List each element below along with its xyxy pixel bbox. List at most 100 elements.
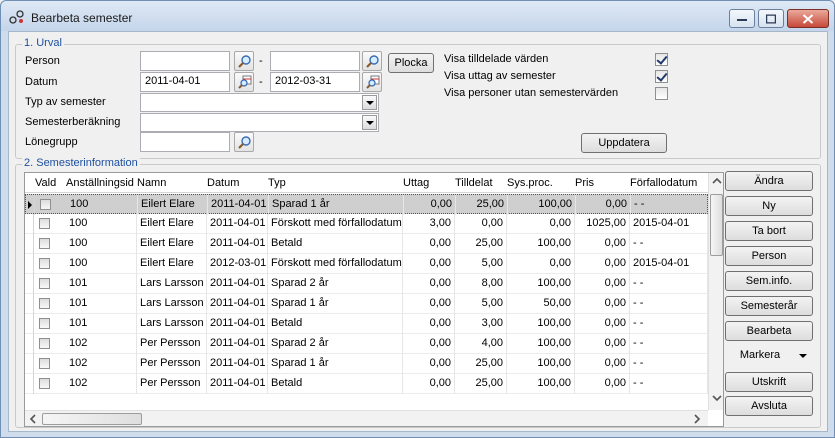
col-tilldelat-header[interactable]: Tilldelat bbox=[455, 177, 493, 189]
dropdown-arrow-icon[interactable] bbox=[799, 354, 807, 358]
visa-utan-label: Visa personer utan semestervärden bbox=[444, 87, 619, 99]
typ-av-semester-select[interactable] bbox=[140, 93, 379, 112]
table-row[interactable]: 100 Eilert Elare 2011-04-01 Sparad 1 år 0,00… bbox=[25, 194, 709, 215]
sem-info-button[interactable]: Sem.info. bbox=[725, 271, 813, 291]
person-button[interactable]: Person bbox=[725, 246, 813, 266]
cell-namn: Lars Larsson bbox=[137, 274, 207, 294]
table-row[interactable]: 101 Lars Larsson 2011-04-01 Sparad 1 år 0,00… bbox=[25, 294, 708, 314]
scroll-right-icon[interactable] bbox=[689, 411, 705, 427]
visa-uttag-checkbox[interactable] bbox=[655, 70, 668, 83]
dropdown-arrow-icon[interactable] bbox=[362, 95, 377, 110]
col-uttag-header[interactable]: Uttag bbox=[403, 177, 429, 189]
title-bar[interactable]: Bearbeta semester bbox=[1, 1, 834, 31]
datum-to-calendar-button[interactable] bbox=[362, 72, 382, 92]
row-vald-checkbox[interactable] bbox=[39, 358, 50, 369]
ta-bort-button[interactable]: Ta bort bbox=[725, 221, 813, 241]
row-vald-checkbox[interactable] bbox=[39, 318, 50, 329]
window-title: Bearbeta semester bbox=[31, 11, 133, 25]
person-to-search-button[interactable] bbox=[362, 51, 382, 71]
datum-from-input[interactable]: 2011-04-01 bbox=[140, 72, 230, 92]
lonegrupp-input[interactable] bbox=[140, 132, 230, 152]
table-row[interactable]: 101 Lars Larsson 2011-04-01 Sparad 2 år 0,00… bbox=[25, 274, 708, 294]
row-vald-checkbox[interactable] bbox=[39, 218, 50, 229]
table-row[interactable]: 100 Eilert Elare 2011-04-01 Förskott med fö… bbox=[25, 214, 708, 234]
close-button[interactable] bbox=[787, 9, 829, 28]
row-header[interactable] bbox=[25, 274, 34, 294]
row-header[interactable] bbox=[26, 195, 35, 215]
maximize-button[interactable] bbox=[758, 9, 784, 28]
semesterar-button[interactable]: Semesterår bbox=[725, 296, 813, 316]
lonegrupp-search-button[interactable] bbox=[234, 132, 254, 152]
plocka-button[interactable]: Plocka bbox=[388, 53, 434, 73]
visa-uttag-label: Visa uttag av semester bbox=[444, 70, 556, 82]
row-header[interactable] bbox=[25, 354, 34, 374]
row-vald-checkbox[interactable] bbox=[39, 378, 50, 389]
dropdown-arrow-icon[interactable] bbox=[362, 115, 377, 130]
avsluta-button[interactable]: Avsluta bbox=[725, 396, 813, 416]
row-vald-checkbox[interactable] bbox=[40, 199, 51, 210]
row-header[interactable] bbox=[25, 374, 34, 394]
minimize-button[interactable] bbox=[729, 9, 755, 28]
horizontal-scroll-thumb[interactable] bbox=[42, 413, 142, 425]
col-typ-header[interactable]: Typ bbox=[268, 177, 286, 189]
row-header[interactable] bbox=[25, 314, 34, 334]
horizontal-scrollbar[interactable] bbox=[25, 410, 708, 427]
row-header[interactable] bbox=[25, 214, 34, 234]
cell-sysproc: 100,00 bbox=[507, 374, 575, 394]
row-header[interactable] bbox=[25, 294, 34, 314]
bearbeta-button[interactable]: Bearbeta bbox=[725, 321, 813, 341]
row-vald-checkbox[interactable] bbox=[39, 238, 50, 249]
scroll-up-icon[interactable] bbox=[709, 173, 724, 189]
col-forfallodatum-header[interactable]: Förfallodatum bbox=[630, 177, 697, 189]
current-row-icon bbox=[28, 201, 32, 209]
cell-typ: Sparad 1 år bbox=[268, 354, 403, 374]
cell-forfall: - - bbox=[630, 314, 708, 334]
person-to-input[interactable] bbox=[270, 51, 360, 71]
scroll-down-icon[interactable] bbox=[709, 390, 724, 406]
visa-tilldelade-checkbox[interactable] bbox=[655, 53, 668, 66]
scroll-left-icon[interactable] bbox=[25, 411, 41, 427]
ny-button[interactable]: Ny bbox=[725, 196, 813, 216]
markera-button[interactable]: Markera bbox=[725, 346, 813, 366]
cell-pris: 0,00 bbox=[575, 354, 630, 374]
row-header[interactable] bbox=[25, 334, 34, 354]
table-row[interactable]: 102 Per Persson 2011-04-01 Sparad 2 år 0,00 4… bbox=[25, 334, 708, 354]
col-vald-header[interactable]: Vald bbox=[35, 177, 56, 189]
table-row[interactable]: 102 Per Persson 2011-04-01 Sparad 1 år 0,00 2… bbox=[25, 354, 708, 374]
typ-av-semester-label: Typ av semester bbox=[25, 96, 106, 108]
utskrift-button[interactable]: Utskrift bbox=[725, 372, 813, 392]
semesterberakning-select[interactable] bbox=[140, 113, 379, 132]
table-row[interactable]: 101 Lars Larsson 2011-04-01 Betald 0,00 3,00 1… bbox=[25, 314, 708, 334]
cell-typ: Sparad 1 år bbox=[269, 195, 404, 215]
cell-uttag: 0,00 bbox=[403, 374, 455, 394]
person-from-input[interactable] bbox=[140, 51, 230, 71]
visa-utan-checkbox[interactable] bbox=[655, 87, 668, 100]
col-namn-header[interactable]: Namn bbox=[137, 177, 166, 189]
table-row[interactable]: 100 Eilert Elare 2011-04-01 Betald 0,00 25,00… bbox=[25, 234, 708, 254]
uppdatera-button[interactable]: Uppdatera bbox=[581, 133, 667, 153]
row-header[interactable] bbox=[25, 254, 34, 274]
cell-id: 102 bbox=[66, 354, 137, 374]
cell-pris: 1025,00 bbox=[575, 214, 630, 234]
datum-from-calendar-button[interactable] bbox=[234, 72, 254, 92]
row-vald-checkbox[interactable] bbox=[39, 338, 50, 349]
andra-button[interactable]: Ändra bbox=[725, 171, 813, 191]
row-vald-checkbox[interactable] bbox=[39, 278, 50, 289]
row-vald-checkbox[interactable] bbox=[39, 298, 50, 309]
col-pris-header[interactable]: Pris bbox=[575, 177, 594, 189]
row-vald-checkbox[interactable] bbox=[39, 258, 50, 269]
col-anstallningsid-header[interactable]: Anställningsid bbox=[66, 177, 134, 189]
datum-to-input[interactable]: 2012-03-31 bbox=[270, 72, 360, 92]
row-header[interactable] bbox=[25, 234, 34, 254]
table-row[interactable]: 102 Per Persson 2011-04-01 Betald 0,00 25,00 1… bbox=[25, 374, 708, 394]
cell-datum: 2011-04-01 bbox=[207, 234, 268, 254]
cell-datum: 2012-03-01 bbox=[207, 254, 268, 274]
table-row[interactable]: 100 Eilert Elare 2012-03-01 Förskott med fö… bbox=[25, 254, 708, 274]
vertical-scroll-thumb[interactable] bbox=[710, 194, 723, 256]
vertical-scrollbar[interactable] bbox=[708, 173, 724, 410]
cell-tilldelat: 0,00 bbox=[455, 214, 507, 234]
col-datum-header[interactable]: Datum bbox=[207, 177, 239, 189]
person-from-search-button[interactable] bbox=[234, 51, 254, 71]
datum-label: Datum bbox=[25, 76, 58, 88]
col-sysproc-header[interactable]: Sys.proc. bbox=[507, 177, 553, 189]
